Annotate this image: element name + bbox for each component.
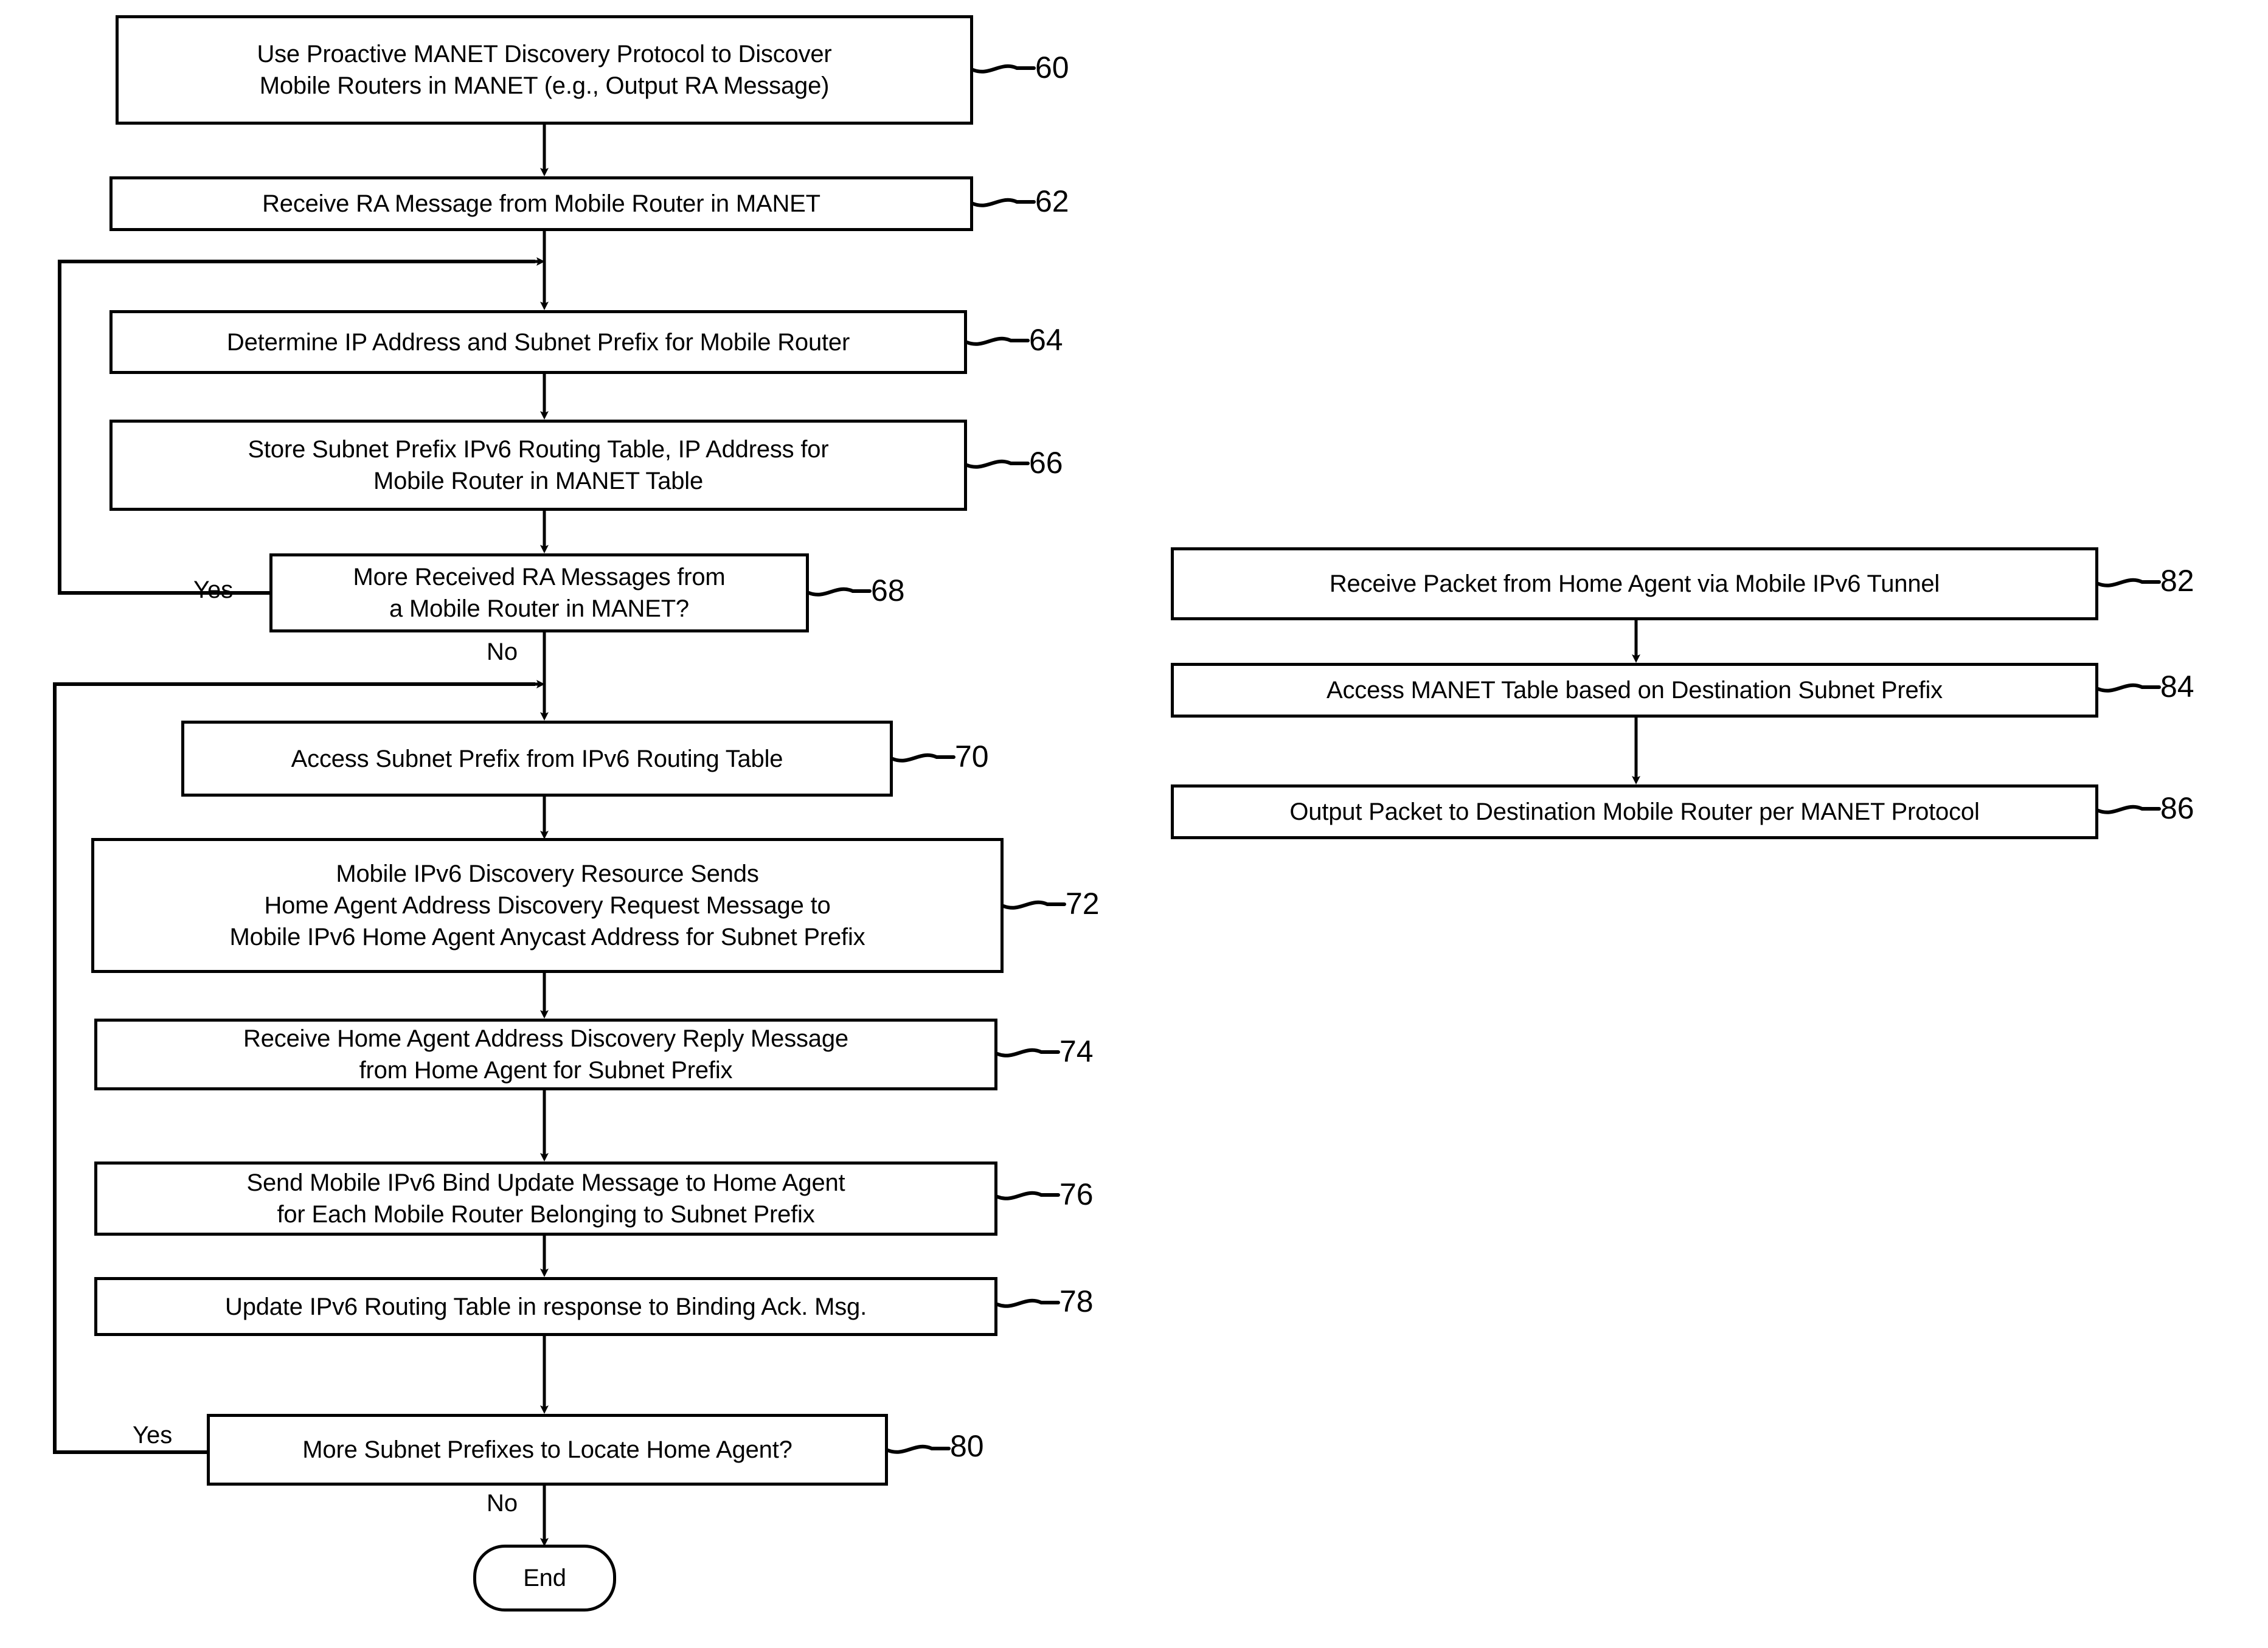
- reference-numeral-66: 66: [1029, 446, 1063, 480]
- process-box-60[interactable]: Use Proactive MANET Discovery Protocol t…: [116, 15, 973, 125]
- end-label: End: [523, 1565, 566, 1591]
- reference-numeral-62: 62: [1035, 184, 1069, 218]
- process-box-70[interactable]: Access Subnet Prefix from IPv6 Routing T…: [181, 721, 893, 797]
- reference-numeral-64: 64: [1029, 323, 1063, 357]
- box-84-line-1: Access MANET Table based on Destination …: [1326, 677, 1943, 704]
- box-60-line-2: Mobile Routers in MANET (e.g., Output RA…: [259, 72, 830, 99]
- box-62-line-1: Receive RA Message from Mobile Router in…: [262, 190, 820, 217]
- process-box-72[interactable]: Mobile IPv6 Discovery Resource Sends Hom…: [91, 838, 1004, 973]
- box-82-line-1: Receive Packet from Home Agent via Mobil…: [1329, 570, 1940, 597]
- box-72-line-1: Mobile IPv6 Discovery Resource Sends: [336, 860, 759, 887]
- reference-numeral-86: 86: [2160, 791, 2194, 825]
- box-72-line-2: Home Agent Address Discovery Request Mes…: [264, 892, 831, 919]
- box-86-line-1: Output Packet to Destination Mobile Rout…: [1289, 798, 1980, 825]
- box-80-line-1: More Subnet Prefixes to Locate Home Agen…: [302, 1436, 792, 1463]
- box-64-line-1: Determine IP Address and Subnet Prefix f…: [226, 328, 850, 356]
- reference-numeral-76: 76: [1059, 1177, 1094, 1211]
- box-66-line-1: Store Subnet Prefix IPv6 Routing Table, …: [248, 436, 829, 463]
- edge-label-yes-80: Yes: [133, 1422, 173, 1449]
- box-74-line-2: from Home Agent for Subnet Prefix: [359, 1057, 733, 1084]
- box-76-line-2: for Each Mobile Router Belonging to Subn…: [277, 1201, 815, 1228]
- decision-box-68[interactable]: More Received RA Messages from a Mobile …: [269, 553, 809, 632]
- box-72-line-3: Mobile IPv6 Home Agent Anycast Address f…: [229, 924, 865, 950]
- reference-numeral-74: 74: [1059, 1034, 1094, 1068]
- edge-label-yes-68: Yes: [193, 576, 234, 603]
- process-box-78[interactable]: Update IPv6 Routing Table in response to…: [94, 1277, 997, 1336]
- process-box-82[interactable]: Receive Packet from Home Agent via Mobil…: [1171, 547, 2098, 620]
- reference-numeral-60: 60: [1035, 50, 1069, 85]
- process-box-86[interactable]: Output Packet to Destination Mobile Rout…: [1171, 784, 2098, 839]
- reference-numeral-78: 78: [1059, 1284, 1094, 1318]
- reference-numeral-72: 72: [1066, 887, 1100, 921]
- reference-numeral-70: 70: [955, 739, 989, 774]
- box-70-line-1: Access Subnet Prefix from IPv6 Routing T…: [291, 745, 783, 772]
- flowchart-figure: Use Proactive MANET Discovery Protocol t…: [0, 0, 2268, 1648]
- process-box-74[interactable]: Receive Home Agent Address Discovery Rep…: [94, 1019, 997, 1090]
- box-66-line-2: Mobile Router in MANET Table: [373, 468, 704, 494]
- reference-numeral-68: 68: [871, 573, 905, 608]
- reference-numeral-80: 80: [950, 1429, 984, 1463]
- box-68-line-1: More Received RA Messages from: [353, 564, 726, 590]
- terminator-end[interactable]: End: [473, 1545, 616, 1612]
- edge-label-no-68: No: [487, 639, 518, 665]
- box-76-line-1: Send Mobile IPv6 Bind Update Message to …: [246, 1169, 845, 1196]
- decision-box-80[interactable]: More Subnet Prefixes to Locate Home Agen…: [207, 1414, 888, 1486]
- reference-numeral-82: 82: [2160, 564, 2194, 598]
- edge-label-no-80: No: [487, 1490, 518, 1517]
- box-68-line-2: a Mobile Router in MANET?: [389, 595, 689, 622]
- reference-numeral-84: 84: [2160, 670, 2194, 704]
- box-74-line-1: Receive Home Agent Address Discovery Rep…: [243, 1025, 848, 1052]
- box-78-line-1: Update IPv6 Routing Table in response to…: [225, 1293, 867, 1320]
- process-box-66[interactable]: Store Subnet Prefix IPv6 Routing Table, …: [109, 420, 967, 511]
- process-box-84[interactable]: Access MANET Table based on Destination …: [1171, 663, 2098, 718]
- box-60-line-1: Use Proactive MANET Discovery Protocol t…: [257, 41, 832, 68]
- process-box-64[interactable]: Determine IP Address and Subnet Prefix f…: [109, 310, 967, 374]
- process-box-76[interactable]: Send Mobile IPv6 Bind Update Message to …: [94, 1162, 997, 1236]
- process-box-62[interactable]: Receive RA Message from Mobile Router in…: [109, 176, 973, 231]
